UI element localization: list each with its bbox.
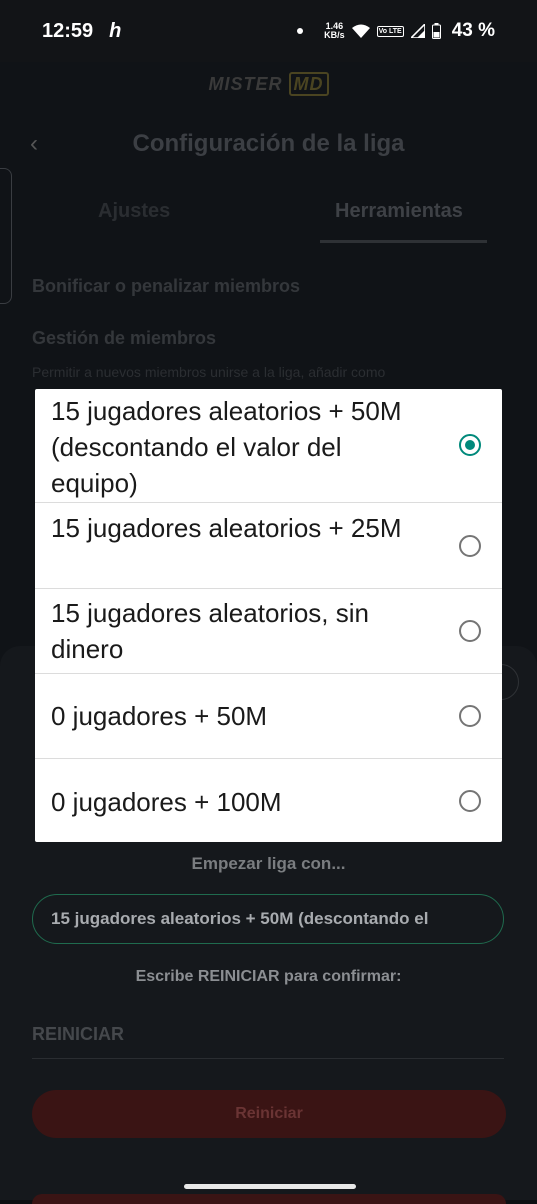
start-option-select[interactable]: 15 jugadores aleatorios + 50M (descontan… <box>32 894 504 944</box>
tab-herramientas[interactable]: Herramientas <box>335 200 463 223</box>
logo-text: MISTER <box>208 74 283 94</box>
start-option-value: 15 jugadores aleatorios + 50M (descontan… <box>51 909 429 928</box>
reset-button[interactable]: Reiniciar <box>32 1090 506 1138</box>
confirm-label: Escribe REINICIAR para confirmar: <box>135 968 402 985</box>
confirm-placeholder: REINICIAR <box>32 1023 125 1044</box>
option-item-3[interactable]: 15 jugadores aleatorios, sin dinero <box>35 589 502 674</box>
volte-icon: Vo LTE <box>376 25 404 37</box>
app-notification-icon: h <box>109 19 122 42</box>
radio-unchecked-icon[interactable] <box>459 535 481 557</box>
network-speed: 1.46 KB/s <box>324 22 345 40</box>
battery-icon <box>431 23 441 39</box>
option-label: 0 jugadores + 50M <box>51 701 268 731</box>
section-members-desc: Permitir a nuevos miembros unirse a la l… <box>32 364 386 380</box>
radio-unchecked-icon[interactable] <box>459 790 481 812</box>
app-logo: MISTER MD <box>0 72 537 96</box>
option-item-2[interactable]: 15 jugadores aleatorios + 25M <box>35 503 502 589</box>
section-members[interactable]: Gestión de miembros <box>32 328 216 349</box>
network-speed-unit: KB/s <box>324 30 345 40</box>
confirm-input[interactable]: REINICIAR <box>32 1010 504 1059</box>
bottom-button-edge <box>32 1194 506 1204</box>
options-dialog: 15 jugadores aleatorios + 50M (descontan… <box>35 389 502 842</box>
option-item-5[interactable]: 0 jugadores + 100M <box>35 759 502 842</box>
tab-ajustes[interactable]: Ajustes <box>98 200 170 223</box>
notification-dot-icon <box>297 28 304 34</box>
option-label: 15 jugadores aleatorios + 25M <box>51 513 402 543</box>
radio-checked-icon[interactable] <box>459 434 481 456</box>
radio-unchecked-icon[interactable] <box>459 620 481 642</box>
logo-badge: MD <box>288 72 329 96</box>
tab-indicator <box>320 240 487 243</box>
radio-unchecked-icon[interactable] <box>459 705 481 727</box>
battery-percent: 43 % <box>451 20 495 41</box>
section-bonify[interactable]: Bonificar o penalizar miembros <box>32 276 300 297</box>
page-title: Configuración de la liga <box>132 130 405 157</box>
option-item-1[interactable]: 15 jugadores aleatorios + 50M (descontan… <box>35 389 502 503</box>
status-icons: 1.46 KB/s Vo LTE 43 % <box>297 20 495 42</box>
status-time: 12:59 <box>42 19 94 42</box>
option-label: 0 jugadores + 100M <box>51 787 282 817</box>
signal-icon <box>410 24 425 38</box>
side-handle[interactable] <box>0 168 12 304</box>
option-label: 15 jugadores aleatorios + 50M (descontan… <box>51 396 402 498</box>
option-label: 15 jugadores aleatorios, sin dinero <box>51 598 369 664</box>
option-item-4[interactable]: 0 jugadores + 50M <box>35 674 502 759</box>
status-bar: 12:59 h 1.46 KB/s Vo LTE 43 % <box>0 0 537 62</box>
start-label: Empezar liga con... <box>191 854 346 873</box>
wifi-icon <box>351 24 370 38</box>
gesture-nav-bar[interactable] <box>184 1184 356 1189</box>
